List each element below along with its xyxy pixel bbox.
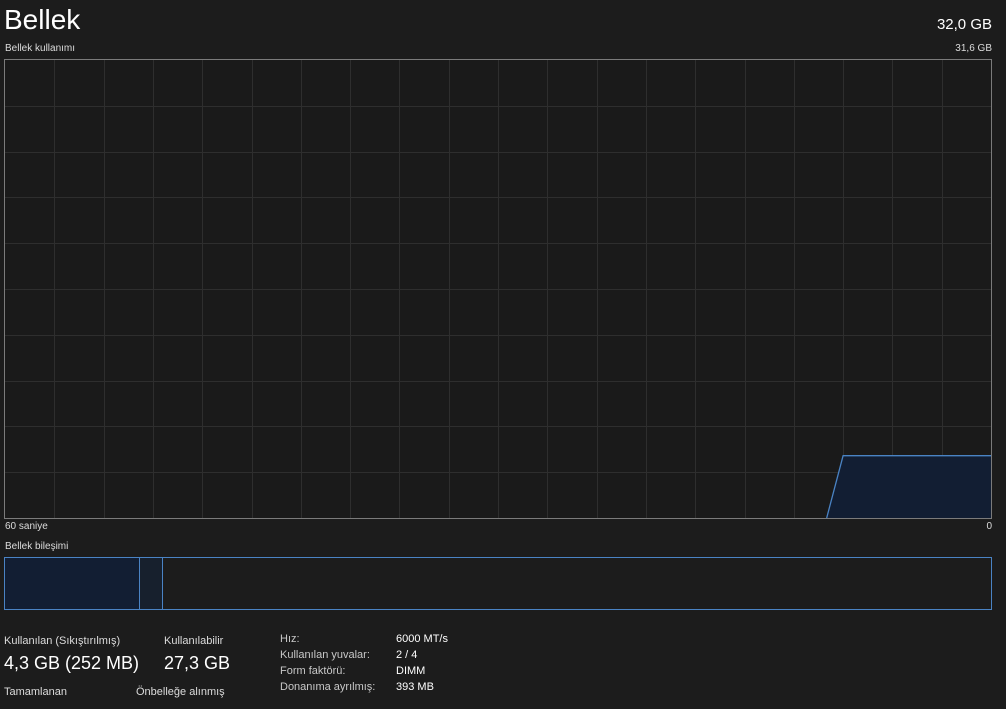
page-title: Bellek xyxy=(4,4,81,35)
stat-cached: Önbelleğe alınmış xyxy=(136,686,225,698)
form-factor-label: Form faktörü: xyxy=(280,665,346,677)
stat-available-value: 27,3 GB xyxy=(164,653,231,673)
total-memory: 32,0 GB xyxy=(936,16,992,33)
stat-used-label: Kullanılan (Sıkıştırılmış) xyxy=(4,635,121,647)
hardware-reserved-label: Donanıma ayrılmış: xyxy=(280,681,376,693)
usage-graph-max: 31,6 GB xyxy=(955,43,992,54)
slots-value: 2 / 4 xyxy=(396,649,418,661)
memory-usage-graph xyxy=(4,59,992,519)
stat-committed: Tamamlanan xyxy=(4,686,67,698)
usage-graph-label: Bellek kullanımı xyxy=(5,43,76,54)
usage-area-fill xyxy=(826,455,991,518)
stat-used: Kullanılan (Sıkıştırılmış) 4,3 GB (252 M… xyxy=(4,635,139,674)
form-factor-value: DIMM xyxy=(396,665,426,677)
stat-committed-label: Tamamlanan xyxy=(4,686,67,698)
composition-modified-segment xyxy=(140,558,163,609)
memory-details: Hız: 6000 MT/s Kullanılan yuvalar: 2 / 4… xyxy=(280,633,448,693)
slots-label: Kullanılan yuvalar: xyxy=(280,649,370,661)
stat-available: Kullanılabilir 27,3 GB xyxy=(164,635,230,674)
graph-time-end: 0 xyxy=(986,521,992,532)
memory-usage-svg xyxy=(5,60,991,518)
memory-panel: Bellek 32,0 GB Bellek kullanımı 31,6 GB … xyxy=(0,0,1006,709)
stat-cached-label: Önbelleğe alınmış xyxy=(136,686,225,698)
hardware-reserved-value: 393 MB xyxy=(396,681,434,693)
memory-composition-bar xyxy=(4,557,992,610)
graph-time-start: 60 saniye xyxy=(5,521,48,532)
composition-used-segment xyxy=(5,558,140,609)
stat-used-value: 4,3 GB (252 MB) xyxy=(4,653,140,673)
stat-available-label: Kullanılabilir xyxy=(164,635,224,647)
speed-value: 6000 MT/s xyxy=(396,633,448,645)
composition-label: Bellek bileşimi xyxy=(5,541,69,552)
speed-label: Hız: xyxy=(280,633,300,645)
